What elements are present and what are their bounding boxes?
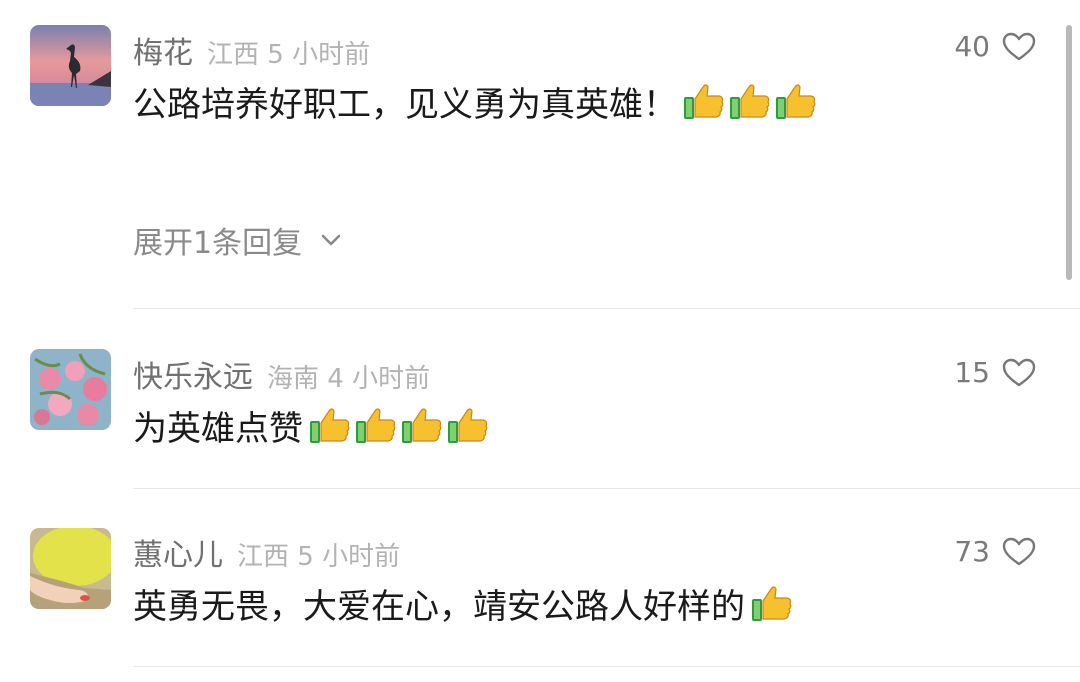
expand-replies-label: 展开1条回复 <box>133 226 303 261</box>
username[interactable]: 快乐永远 <box>133 352 253 396</box>
avatar[interactable] <box>30 25 111 106</box>
username[interactable]: 梅花 <box>133 28 193 72</box>
divider <box>133 308 1080 309</box>
scrollbar[interactable] <box>1066 25 1072 280</box>
comment-body: 英勇无畏，大爱在心，靖安公路人好样的 <box>133 586 745 627</box>
thumbs-up-emoji <box>356 408 396 443</box>
comment-header: 快乐永远 海南 4 小时前 <box>133 352 430 396</box>
comment-text: 英勇无畏，大爱在心，靖安公路人好样的 <box>133 578 797 628</box>
location-time: 江西 5 小时前 <box>237 542 401 572</box>
thumbs-up-emoji <box>402 408 442 443</box>
like-count: 73 <box>954 535 990 568</box>
divider <box>133 666 1080 667</box>
heart-outline-icon[interactable] <box>1002 32 1036 62</box>
divider <box>133 488 1080 489</box>
location-time: 江西 5 小时前 <box>207 40 371 70</box>
like-button[interactable]: 73 <box>954 535 1036 568</box>
thumbs-up-emoji <box>752 586 792 621</box>
comment-header: 梅花 江西 5 小时前 <box>133 28 370 72</box>
heart-outline-icon[interactable] <box>1002 537 1036 567</box>
heart-outline-icon[interactable] <box>1002 358 1036 388</box>
expand-replies-button[interactable]: 展开1条回复 <box>133 218 342 262</box>
comment-body: 公路培养好职工，见义勇为真英雄！ <box>133 84 677 125</box>
avatar[interactable] <box>30 349 111 430</box>
like-count: 40 <box>954 30 990 63</box>
location-time: 海南 4 小时前 <box>267 364 431 394</box>
comment-text: 为英雄点赞 <box>133 400 493 450</box>
username[interactable]: 蕙心儿 <box>133 530 223 574</box>
like-button[interactable]: 40 <box>954 30 1036 63</box>
comment-item: 梅花 江西 5 小时前 40 公路培养好职工，见义勇为真英雄！ 展开1条回复 <box>0 0 1080 310</box>
comment-item: 快乐永远 海南 4 小时前 15 为英雄点赞 <box>0 310 1080 490</box>
thumbs-up-emoji <box>776 84 816 119</box>
thumbs-up-emoji <box>310 408 350 443</box>
thumbs-up-emoji-group <box>683 81 821 121</box>
thumbs-up-emoji-group <box>309 405 493 445</box>
thumbs-up-emoji <box>684 84 724 119</box>
thumbs-up-emoji-group <box>751 583 797 623</box>
like-button[interactable]: 15 <box>954 356 1036 389</box>
thumbs-up-emoji <box>730 84 770 119</box>
avatar[interactable] <box>30 528 111 609</box>
comment-header: 蕙心儿 江西 5 小时前 <box>133 530 400 574</box>
comment-text: 公路培养好职工，见义勇为真英雄！ <box>133 76 821 126</box>
comment-item: 蕙心儿 江西 5 小时前 73 英勇无畏，大爱在心，靖安公路人好样的 <box>0 490 1080 682</box>
thumbs-up-emoji <box>448 408 488 443</box>
like-count: 15 <box>954 356 990 389</box>
chevron-down-icon <box>321 234 341 246</box>
comment-body: 为英雄点赞 <box>133 408 303 449</box>
